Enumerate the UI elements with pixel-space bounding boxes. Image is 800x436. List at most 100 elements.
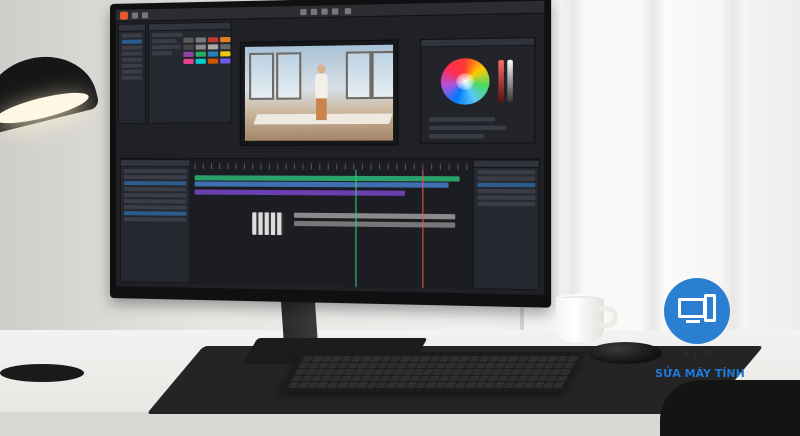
list-item[interactable] <box>121 57 142 62</box>
color-swatch[interactable] <box>207 51 219 57</box>
list-item[interactable] <box>121 45 142 50</box>
logo-brand-name: SỬA MÁY TÍNH <box>655 367 745 380</box>
office-chair <box>660 380 800 436</box>
list-item[interactable] <box>152 32 183 38</box>
color-scopes-panel <box>420 37 536 144</box>
toolbar-icon[interactable] <box>321 8 328 15</box>
list-item[interactable] <box>477 169 536 175</box>
media-browser-panel <box>117 23 146 124</box>
list-item <box>428 125 507 131</box>
desk-lamp-base <box>0 364 84 382</box>
effects-panel <box>148 21 232 124</box>
color-swatch[interactable] <box>183 51 194 57</box>
color-swatch[interactable] <box>207 58 219 64</box>
coffee-mug <box>556 298 604 342</box>
list-item <box>428 134 484 139</box>
keyboard-key <box>566 356 579 362</box>
keyboard <box>279 352 587 392</box>
toolbar-icon[interactable] <box>131 12 138 19</box>
office-window <box>276 52 302 100</box>
color-wheel[interactable] <box>440 57 490 105</box>
computer-mouse <box>588 342 662 364</box>
color-swatch[interactable] <box>220 58 231 64</box>
brand-logo <box>664 278 730 344</box>
list-item <box>428 117 496 122</box>
track-header[interactable] <box>123 187 187 192</box>
list-item[interactable] <box>477 188 536 194</box>
video-clip[interactable] <box>293 212 456 220</box>
playhead-marker[interactable] <box>355 169 357 287</box>
list-item[interactable] <box>477 182 536 188</box>
toolbar-icon[interactable] <box>300 8 307 16</box>
timeline-ruler[interactable] <box>194 163 471 170</box>
keyboard-key <box>563 362 575 369</box>
track-header[interactable] <box>123 199 187 204</box>
monitor-screen <box>115 0 545 295</box>
monitor-icon <box>678 298 706 318</box>
list-item[interactable] <box>477 176 536 181</box>
keyboard-key <box>559 369 572 375</box>
track-header[interactable] <box>123 205 187 210</box>
list-item[interactable] <box>477 195 536 200</box>
video-clip[interactable] <box>194 189 405 196</box>
toolbar-icon[interactable] <box>310 8 318 16</box>
color-swatch[interactable] <box>220 51 231 57</box>
track-header[interactable] <box>123 217 187 222</box>
playhead-marker[interactable] <box>422 169 424 289</box>
app-title-bar <box>115 0 545 22</box>
level-bar[interactable] <box>507 59 513 103</box>
curtain <box>720 0 746 340</box>
color-swatch[interactable] <box>220 36 231 43</box>
track-header[interactable] <box>123 211 187 216</box>
list-item[interactable] <box>477 201 536 207</box>
keyboard-key <box>556 375 568 382</box>
list-item[interactable] <box>152 44 181 50</box>
track-header[interactable] <box>123 193 187 198</box>
list-item[interactable] <box>152 51 173 56</box>
clip-thumbnails[interactable] <box>252 212 284 236</box>
inspector-panel <box>472 159 540 291</box>
key-grid <box>287 356 579 388</box>
level-bar[interactable] <box>498 59 504 103</box>
office-window <box>371 50 394 100</box>
list-item[interactable] <box>121 75 142 80</box>
color-swatch[interactable] <box>195 37 206 43</box>
program-monitor[interactable] <box>239 39 399 146</box>
curtain <box>560 0 586 340</box>
track-header[interactable] <box>123 181 187 186</box>
color-swatch[interactable] <box>183 58 194 65</box>
video-clip[interactable] <box>194 181 449 188</box>
color-swatch[interactable] <box>195 58 206 64</box>
track-header[interactable] <box>123 175 187 180</box>
woman-figure <box>314 64 329 121</box>
color-swatch[interactable] <box>220 44 231 50</box>
toolbar-icon[interactable] <box>344 8 352 15</box>
monitor <box>110 0 552 308</box>
list-item[interactable] <box>121 51 142 56</box>
video-clip[interactable] <box>293 220 456 228</box>
track-headers <box>119 159 191 284</box>
toolbar-icon[interactable] <box>141 12 149 19</box>
pc-tower-icon <box>704 294 716 322</box>
office-window <box>345 51 372 100</box>
list-item[interactable] <box>121 33 142 38</box>
color-swatch[interactable] <box>207 44 219 50</box>
video-frame <box>244 44 394 141</box>
color-swatch-grid <box>183 36 231 65</box>
list-item[interactable] <box>121 63 142 68</box>
color-swatch[interactable] <box>207 37 219 43</box>
list-item[interactable] <box>121 39 142 44</box>
list-item[interactable] <box>121 69 142 74</box>
color-swatch[interactable] <box>195 44 206 50</box>
color-swatch[interactable] <box>183 44 194 50</box>
track-header[interactable] <box>123 169 187 174</box>
monitor-stand-icon <box>686 320 700 323</box>
keyboard-key <box>552 382 565 388</box>
color-swatch[interactable] <box>183 37 194 43</box>
office-window <box>249 52 275 100</box>
app-icon <box>119 11 128 20</box>
toolbar-icon[interactable] <box>331 8 339 15</box>
list-item[interactable] <box>152 38 177 44</box>
color-swatch[interactable] <box>195 51 206 57</box>
timeline-panel[interactable] <box>119 158 540 291</box>
